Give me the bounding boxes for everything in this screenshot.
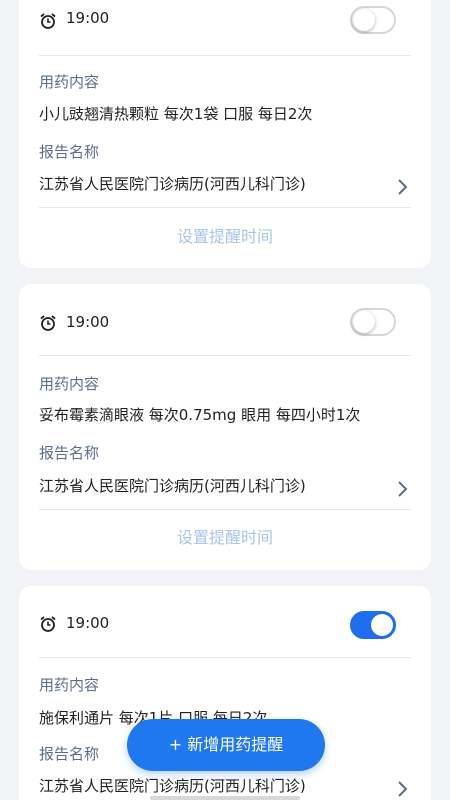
alarm-clock-icon (40, 13, 56, 29)
medication-value: 妥布霉素滴眼液 每次0.75mg 眼用 每四小时1次 (39, 406, 361, 424)
alarm-clock-icon (40, 616, 56, 632)
reminder-time: 19:00 (66, 313, 110, 331)
toggle-knob (353, 9, 375, 31)
reminder-header: 19:00 (39, 586, 411, 658)
add-reminder-button[interactable]: + 新增用药提醒 (127, 719, 325, 771)
report-label: 报告名称 (39, 143, 100, 161)
toggle-knob (371, 614, 393, 636)
reminder-header: 19:00 (39, 284, 411, 356)
reminder-header: 19:00 (39, 0, 411, 56)
report-label: 报告名称 (39, 444, 100, 462)
medication-label: 用药内容 (39, 375, 100, 393)
chevron-right-icon (398, 481, 408, 497)
reminder-toggle[interactable] (350, 6, 396, 34)
report-name: 江苏省人民医院门诊病历(河西儿科门诊) (39, 477, 306, 495)
reminder-toggle[interactable] (350, 611, 396, 639)
report-name: 江苏省人民医院门诊病历(河西儿科门诊) (39, 777, 306, 795)
report-name: 江苏省人民医院门诊病历(河西儿科门诊) (39, 175, 306, 193)
set-reminder-time-button[interactable]: 设置提醒时间 (19, 527, 431, 549)
alarm-clock-icon (40, 315, 56, 331)
medication-value: 小儿豉翘清热颗粒 每次1袋 口服 每日2次 (39, 105, 313, 123)
set-reminder-time-button[interactable]: 设置提醒时间 (19, 226, 431, 248)
medication-label: 用药内容 (39, 676, 100, 694)
home-indicator (150, 796, 300, 800)
report-row[interactable]: 江苏省人民医院门诊病历(河西儿科门诊) (39, 166, 411, 208)
report-label: 报告名称 (39, 745, 100, 763)
reminder-time: 19:00 (66, 9, 110, 27)
reminder-time: 19:00 (66, 614, 110, 632)
medication-label: 用药内容 (39, 73, 100, 91)
reminder-card: 19:00 用药内容 小儿豉翘清热颗粒 每次1袋 口服 每日2次 报告名称 江苏… (19, 0, 431, 268)
toggle-knob (353, 311, 375, 333)
chevron-right-icon (398, 781, 408, 797)
reminder-card: 19:00 用药内容 妥布霉素滴眼液 每次0.75mg 眼用 每四小时1次 报告… (19, 284, 431, 570)
chevron-right-icon (398, 179, 408, 195)
reminder-toggle[interactable] (350, 308, 396, 336)
report-row[interactable]: 江苏省人民医院门诊病历(河西儿科门诊) (39, 468, 411, 510)
